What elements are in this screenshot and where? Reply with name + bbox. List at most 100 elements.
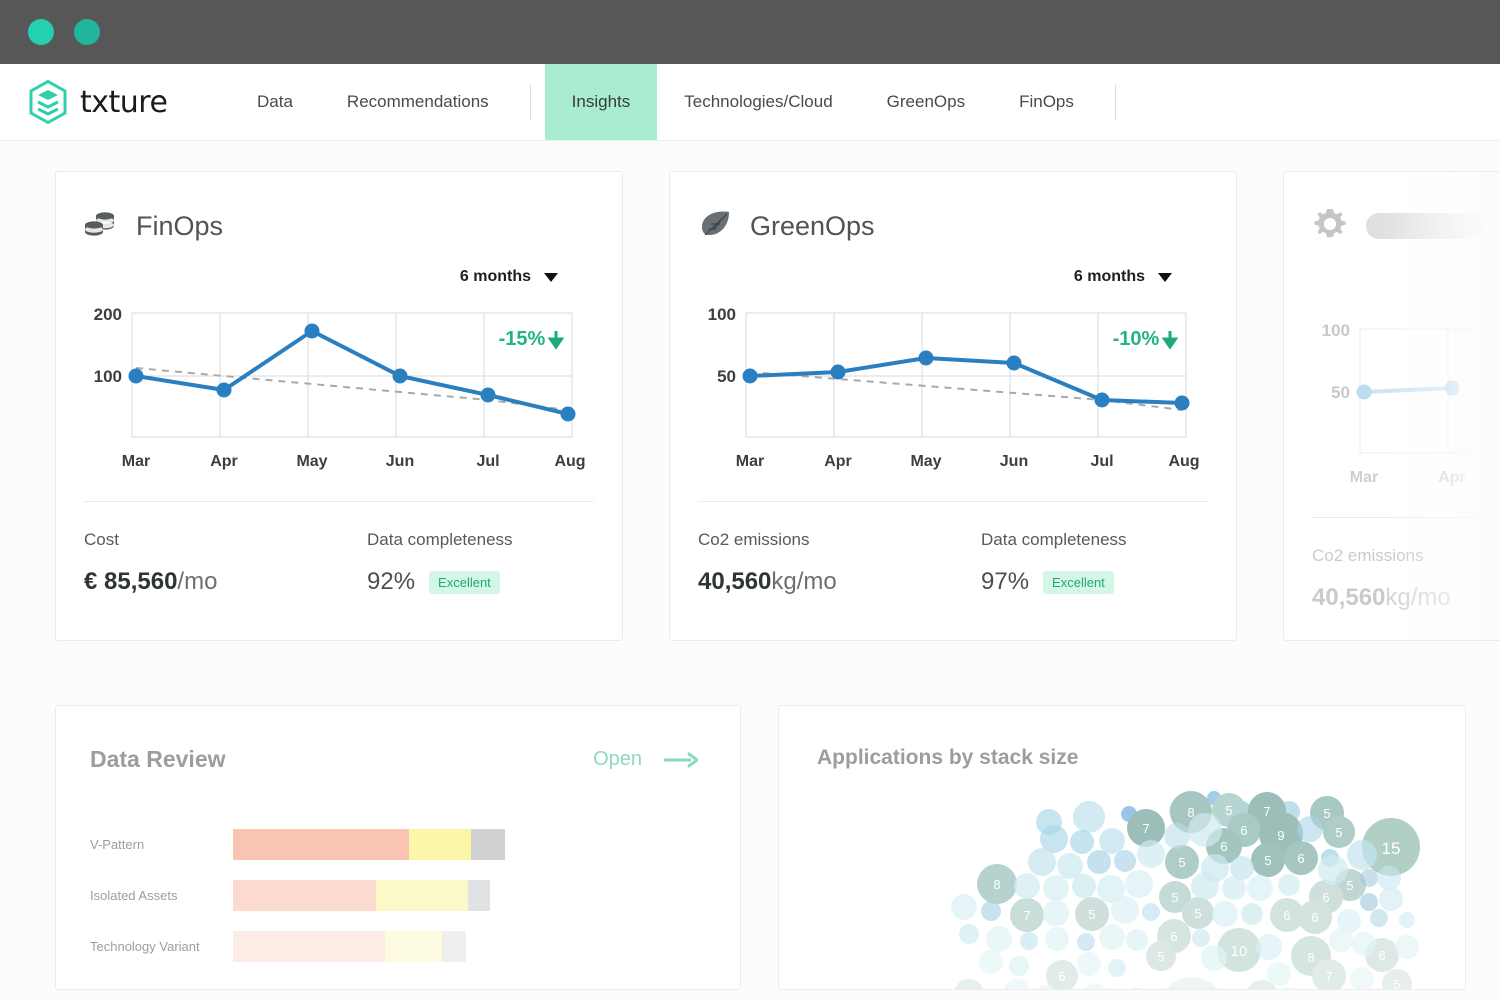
greenops-trend-value: -10% [1113,328,1160,350]
greenops-card-title: GreenOps [750,210,875,241]
svg-text:6: 6 [1258,989,1265,990]
data-review-open-link[interactable]: Open [593,748,698,771]
nav-item-recommendations[interactable]: Recommendations [320,64,516,140]
data-review-row-label: Isolated Assets [90,888,178,903]
svg-text:Jun: Jun [386,453,414,470]
chevron-down-icon [1158,272,1172,282]
greenops-co2-unit: kg/mo [771,568,837,595]
svg-text:6: 6 [1283,908,1290,923]
finops-card: FinOps 6 months 200 100 -15% Mar Apr May… [55,171,623,641]
data-review-card: Data Review Open V-Pattern Isolated Asse… [55,705,741,990]
data-review-header: Data Review Open [90,746,698,773]
finops-stat-completeness: Data completeness 92% Excellent [367,530,513,596]
leaf-icon [698,208,732,245]
svg-text:5: 5 [1194,906,1201,921]
svg-text:May: May [910,453,941,470]
nav-divider-2 [1114,84,1116,120]
svg-text:7: 7 [1023,908,1030,923]
finops-trend-line [135,367,569,411]
trend-down-arrow-icon [547,331,565,350]
finops-stats: Cost € 85,560/mo Data completeness 92% E… [84,502,594,596]
third-stat-co2: Co2 emissions 40,560kg/mo [1312,546,1484,612]
greenops-stat-completeness: Data completeness 97% Excellent [981,530,1127,596]
bar-segment-warning [376,880,468,911]
third-ytick-50: 50 [1331,383,1350,402]
svg-text:5: 5 [1335,825,1342,840]
stacked-bar [233,880,490,911]
nav-item-insights[interactable]: Insights [544,64,658,140]
finops-line-chart: 200 100 -15% Mar Apr May Jun Jul Aug [94,305,586,470]
bubble-group: 8 5 7 5 7 6 9 5 6 5 5 6 15 8 5 5 7 5 5 6… [951,791,1420,990]
svg-text:5: 5 [1088,907,1095,922]
table-row[interactable]: Technology Variant [90,921,698,972]
greenops-stat-co2: Co2 emissions 40,560kg/mo [698,530,981,596]
svg-text:Mar: Mar [122,453,150,470]
table-row[interactable]: Isolated Assets [90,870,698,921]
finops-controls: 6 months [84,268,594,286]
applications-stack-size-card: Applications by stack size 8 5 7 5 7 6 9… [778,705,1466,990]
greenops-range-label: 6 months [1073,268,1145,285]
window-titlebar [0,0,1500,64]
svg-text:Jul: Jul [1090,453,1113,470]
third-card-header [1312,198,1484,254]
greenops-stats: Co2 emissions 40,560kg/mo Data completen… [698,502,1208,596]
finops-ytick-100: 100 [94,367,122,386]
trend-down-arrow-icon [1161,331,1179,350]
svg-text:6: 6 [1240,823,1247,838]
brand-logo[interactable]: txture [0,64,230,140]
svg-text:5: 5 [1178,855,1185,870]
bar-segment-critical [233,829,409,860]
svg-text:10: 10 [1231,943,1248,960]
bubble-packing-chart: 8 5 7 5 7 6 9 5 6 5 5 6 15 8 5 5 7 5 5 6… [951,791,1420,990]
finops-cost-unit: /mo [177,568,218,595]
data-review-row-label: Technology Variant [90,939,200,954]
third-stats: Co2 emissions 40,560kg/mo [1312,518,1484,612]
nav-item-data[interactable]: Data [230,64,320,140]
applications-stack-size-title: Applications by stack size [817,746,1079,769]
greenops-ytick-100: 100 [708,305,736,324]
nav-item-finops[interactable]: FinOps [992,64,1101,140]
svg-text:5: 5 [965,987,972,990]
svg-text:Jun: Jun [1000,453,1028,470]
third-co2-value: 40,560kg/mo [1312,584,1484,612]
nav-item-greenops[interactable]: GreenOps [860,64,992,140]
finops-ytick-200: 200 [94,305,122,324]
bar-segment-unknown [471,829,505,860]
svg-text:Apr: Apr [210,453,238,470]
svg-text:6: 6 [1378,948,1385,963]
svg-text:5: 5 [1225,803,1232,818]
window-dot-2[interactable] [74,19,100,45]
greenops-completeness-row: 97% Excellent [981,568,1127,596]
svg-text:6: 6 [1311,910,1318,925]
third-insight-card: 100 50 Mar Apr Co2 emissions 40,560kg/mo [1283,171,1500,641]
greenops-chart: 100 50 -10% Mar Apr May Jun Jul Aug [698,300,1208,475]
greenops-card: GreenOps 6 months 100 50 -10% Mar Apr Ma… [669,171,1237,641]
svg-text:6: 6 [1220,839,1227,854]
svg-text:5: 5 [1157,949,1164,964]
third-card-title-skeleton [1366,213,1484,239]
third-co2-unit: kg/mo [1385,584,1451,611]
table-row[interactable]: V-Pattern [90,819,698,870]
finops-range-dropdown[interactable]: 6 months [460,268,558,286]
finops-cost-label: Cost [84,530,119,549]
window-dot-1[interactable] [28,19,54,45]
bar-segment-warning [385,931,442,962]
svg-text:7: 7 [1142,821,1149,836]
svg-text:7: 7 [1325,969,1332,984]
nav-item-technologies-cloud[interactable]: Technologies/Cloud [657,64,859,140]
bar-segment-critical [233,880,376,911]
greenops-co2-label: Co2 emissions [698,530,810,549]
data-review-open-label: Open [593,748,642,770]
gear-icon [1312,206,1348,247]
svg-text:5: 5 [1346,878,1353,893]
third-xticks: Mar Apr [1350,469,1466,486]
greenops-completeness-label: Data completeness [981,530,1127,549]
bar-segment-unknown [468,880,490,911]
arrow-right-icon [664,752,698,768]
stacked-bar [233,931,466,962]
greenops-range-dropdown[interactable]: 6 months [1074,268,1172,286]
finops-cost-amount: € 85,560 [84,568,178,595]
svg-text:6: 6 [1297,851,1304,866]
svg-text:Apr: Apr [824,453,852,470]
finops-completeness-value: 92% [367,568,416,595]
